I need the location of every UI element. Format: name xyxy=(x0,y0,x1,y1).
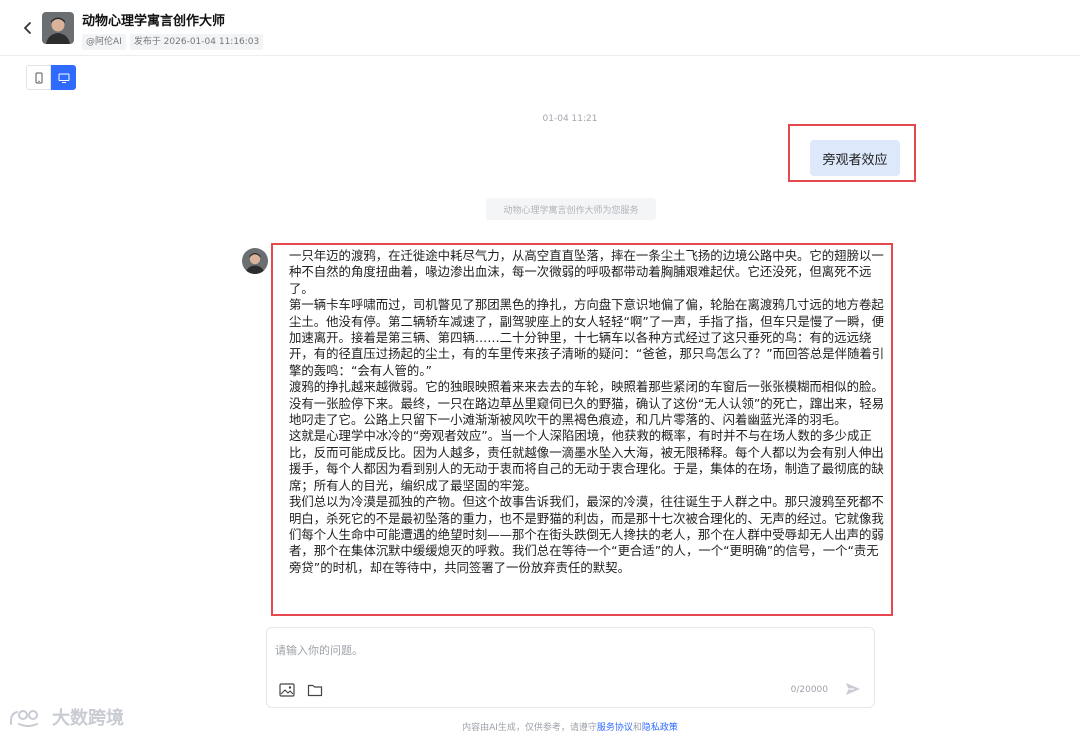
watermark-text: 大数跨境 xyxy=(52,708,124,729)
chat-page: 动物心理学寓言创作大师 @阿伦AI 发布于 2026-01-04 11:16:0… xyxy=(0,0,1080,741)
chat-input-box: 0/20000 xyxy=(266,627,875,708)
desktop-view-button[interactable] xyxy=(51,65,76,90)
agent-avatar xyxy=(42,12,74,44)
chevron-left-icon xyxy=(24,22,31,34)
watermark: 大数跨境 xyxy=(8,704,124,730)
bot-reply: 一只年迈的渡鸦，在迁徙途中耗尽气力，从高空直直坠落，摔在一条尘土飞扬的边境公路中… xyxy=(271,243,893,616)
back-button[interactable] xyxy=(18,18,38,38)
device-toggle xyxy=(26,65,76,90)
service-agreement-link[interactable]: 服务协议 xyxy=(597,723,633,733)
header: 动物心理学寓言创作大师 @阿伦AI 发布于 2026-01-04 11:16:0… xyxy=(0,0,1080,56)
reply-paragraph: 一只年迈的渡鸦，在迁徙途中耗尽气力，从高空直直坠落，摔在一条尘土飞扬的边境公路中… xyxy=(289,248,884,296)
send-icon[interactable] xyxy=(844,680,862,698)
page-title: 动物心理学寓言创作大师 xyxy=(82,14,226,29)
mobile-icon xyxy=(35,72,42,83)
service-note: 动物心理学寓言创作大师为您服务 xyxy=(486,198,656,220)
question-input[interactable] xyxy=(275,640,855,660)
reply-paragraph: 第一辆卡车呼啸而过，司机瞥见了那团黑色的挣扎，方向盘下意识地偏了偏，轮胎在离渡鸦… xyxy=(289,297,885,378)
footer-disclaimer: 内容由AI生成，仅供参考，请遵守服务协议和隐私政策 xyxy=(0,720,1080,733)
folder-icon[interactable] xyxy=(307,683,323,697)
char-count: 0/20000 xyxy=(790,685,828,695)
mobile-view-button[interactable] xyxy=(26,65,51,90)
watermark-logo-icon xyxy=(9,710,38,727)
image-upload-icon[interactable] xyxy=(279,683,295,697)
privacy-policy-link[interactable]: 隐私政策 xyxy=(642,723,678,733)
reply-paragraph: 这就是心理学中冰冷的“旁观者效应”。当一个人深陷困境，他获救的概率，有时并不与在… xyxy=(289,428,884,493)
footer-and: 和 xyxy=(632,723,642,733)
bot-avatar xyxy=(242,248,268,274)
reply-paragraph: 渡鸦的挣扎越来越微弱。它的独眼映照着来来去去的车轮，映照着那些紧闭的车窗后一张张… xyxy=(289,379,885,428)
user-message[interactable]: 旁观者效应 xyxy=(810,140,900,176)
author-tag: @阿伦AI xyxy=(82,34,126,50)
footer-text: 内容由AI生成，仅供参考，请遵守 xyxy=(462,723,597,733)
reply-paragraph: 我们总以为冷漠是孤独的产物。但这个故事告诉我们，最深的冷漠，往往诞生于人群之中。… xyxy=(289,494,884,575)
publish-time: 发布于 2026-01-04 11:16:03 xyxy=(129,34,264,50)
reply-text: 一只年迈的渡鸦，在迁徙途中耗尽气力，从高空直直坠落，摔在一条尘土飞扬的边境公路中… xyxy=(273,245,885,576)
header-meta: @阿伦AI 发布于 2026-01-04 11:16:03 xyxy=(82,34,264,50)
desktop-icon xyxy=(58,73,69,83)
message-timestamp: 01-04 11:21 xyxy=(542,114,598,124)
